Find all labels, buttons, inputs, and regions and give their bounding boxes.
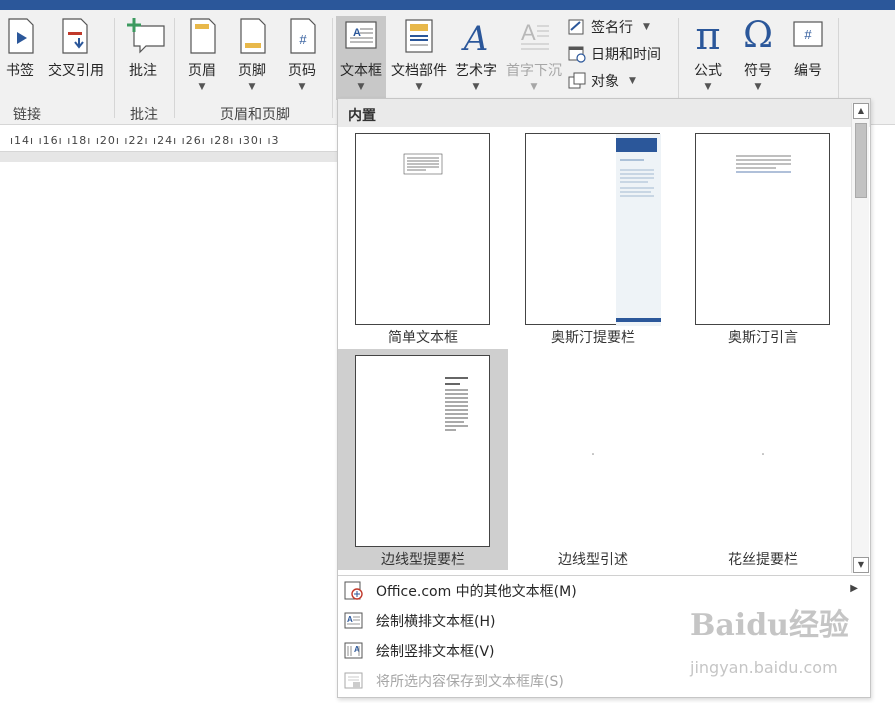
- date-time-button[interactable]: 日期和时间: [568, 43, 661, 65]
- drop-cap-button[interactable]: A 首字下沉 ▼: [502, 16, 566, 100]
- group-separator: [174, 18, 175, 118]
- save-to-gallery-icon: [344, 671, 364, 691]
- text-box-button[interactable]: A 文本框 ▼: [336, 16, 386, 100]
- object-icon: [568, 72, 586, 90]
- group-separator: [332, 18, 333, 118]
- gallery-item-filigree-sidebar[interactable]: 花丝提要栏: [678, 349, 848, 570]
- number-icon: #: [791, 16, 825, 56]
- bookmark-button[interactable]: 书签: [0, 16, 40, 100]
- watermark-url: jingyan.baidu.com: [690, 658, 838, 677]
- chevron-down-icon: ▼: [357, 82, 365, 92]
- gallery-item-austin-sidebar[interactable]: 奥斯汀提要栏: [508, 127, 678, 348]
- vertical-text-box-icon: A: [344, 641, 364, 661]
- comment-icon: [126, 16, 165, 56]
- page-number-button[interactable]: # 页码 ▼: [282, 16, 322, 100]
- group-label-header-footer: 页眉和页脚: [220, 107, 290, 123]
- chevron-down-icon: ▼: [298, 82, 306, 92]
- cross-reference-icon: [59, 16, 93, 56]
- chevron-down-icon: ▼: [198, 82, 206, 92]
- gallery-item-sideline-quote[interactable]: 边线型引述: [508, 349, 678, 570]
- quick-parts-icon: [402, 16, 436, 56]
- group-separator: [114, 18, 115, 118]
- svg-text:A: A: [353, 27, 361, 39]
- thumbnail: [695, 355, 830, 547]
- drop-cap-icon: A: [517, 16, 551, 56]
- baidu-jingyan-watermark: Baidu经验 jingyan.baidu.com: [690, 600, 890, 690]
- bookmark-icon: [3, 16, 37, 56]
- text-box-gallery: 简单文本框 奥斯汀提要栏 奥斯汀引言 边线型提要栏 边线型引述 花丝提要栏: [338, 127, 851, 574]
- scroll-up-icon[interactable]: ▲: [853, 103, 869, 119]
- scrollbar-thumb[interactable]: [855, 123, 867, 198]
- chevron-down-icon: ▼: [629, 76, 636, 86]
- thumbnail: [355, 355, 490, 547]
- chevron-down-icon: ▼: [472, 82, 480, 92]
- thumbnail: [695, 133, 830, 325]
- pi-icon: π: [695, 14, 721, 58]
- gallery-section-title: 内置: [338, 99, 870, 127]
- omega-icon: Ω: [743, 15, 773, 56]
- svg-text:A: A: [347, 615, 353, 624]
- chevron-right-icon: ▶: [850, 583, 858, 594]
- footer-icon: [235, 16, 269, 56]
- office-com-icon: [344, 581, 364, 601]
- svg-text:#: #: [299, 32, 307, 47]
- gallery-item-sideline-sidebar[interactable]: 边线型提要栏: [338, 349, 508, 570]
- gallery-scrollbar[interactable]: ▲ ▼: [851, 103, 869, 573]
- signature-line-button[interactable]: 签名行 ▼: [568, 16, 650, 38]
- group-label-comments: 批注: [130, 107, 158, 123]
- chevron-down-icon: ▼: [415, 82, 423, 92]
- signature-icon: [568, 18, 586, 36]
- cross-reference-button[interactable]: 交叉引用: [44, 16, 108, 100]
- gallery-item-simple-text-box[interactable]: 简单文本框: [338, 127, 508, 348]
- svg-text:A: A: [521, 20, 536, 45]
- thumbnail: [525, 355, 660, 547]
- chevron-down-icon: ▼: [754, 82, 762, 92]
- wordart-icon: A: [459, 16, 493, 59]
- gallery-item-austin-quote[interactable]: 奥斯汀引言: [678, 127, 848, 348]
- chevron-down-icon: ▼: [530, 82, 538, 92]
- group-label-links: 链接: [13, 107, 41, 123]
- quick-parts-button[interactable]: 文档部件 ▼: [388, 16, 450, 100]
- menu-separator: [338, 575, 870, 576]
- page-number-icon: #: [285, 16, 319, 56]
- calendar-icon: [568, 45, 586, 63]
- header-icon: [185, 16, 219, 56]
- wordart-button[interactable]: A 艺术字 ▼: [452, 16, 500, 100]
- horizontal-text-box-icon: A: [344, 611, 364, 631]
- scroll-down-icon[interactable]: ▼: [853, 557, 869, 573]
- number-button[interactable]: # 编号: [784, 16, 832, 100]
- title-bar: [0, 0, 895, 10]
- new-comment-button[interactable]: 批注: [120, 16, 166, 100]
- thumbnail: [525, 133, 661, 326]
- object-button[interactable]: 对象 ▼: [568, 70, 636, 92]
- svg-text:A: A: [461, 19, 489, 56]
- footer-button[interactable]: 页脚 ▼: [232, 16, 272, 100]
- canvas-background: [0, 152, 340, 162]
- chevron-down-icon: ▼: [248, 82, 256, 92]
- text-box-icon: A: [344, 16, 378, 56]
- baidu-logo-text: Baidu经验: [690, 608, 849, 643]
- thumbnail: [355, 133, 490, 325]
- equation-button[interactable]: π 公式 ▼: [684, 16, 732, 100]
- symbol-button[interactable]: Ω 符号 ▼: [734, 16, 782, 100]
- svg-text:#: #: [804, 27, 812, 42]
- chevron-down-icon: ▼: [643, 22, 650, 32]
- horizontal-ruler: ı14ı ı16ı ı18ı ı20ı ı22ı ı24ı ı26ı ı28ı …: [0, 126, 340, 152]
- chevron-down-icon: ▼: [704, 82, 712, 92]
- header-button[interactable]: 页眉 ▼: [182, 16, 222, 100]
- document-page[interactable]: [0, 162, 340, 703]
